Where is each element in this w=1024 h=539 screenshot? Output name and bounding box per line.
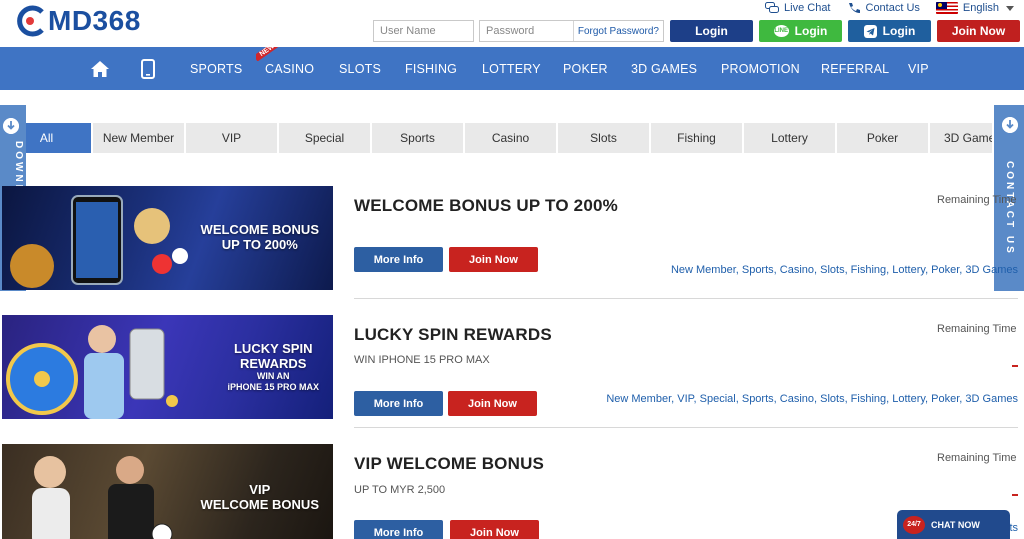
logo-mark-icon <box>17 5 44 37</box>
promo-divider <box>354 298 1018 299</box>
nav-fishing[interactable]: FISHING <box>405 47 457 90</box>
promo-categories: New Member, VIP, Special, Sports, Casino… <box>606 393 1018 405</box>
filter-tab-lottery[interactable]: Lottery <box>744 123 837 153</box>
contact-us-label: Contact Us <box>865 2 920 14</box>
malaysia-flag-icon <box>935 2 958 14</box>
remaining-time-value <box>1012 494 1018 496</box>
chat-bubbles-icon <box>765 2 780 13</box>
remaining-time-value <box>1012 365 1018 367</box>
more-info-button[interactable]: More Info <box>354 520 443 539</box>
caption-line: VIP <box>249 482 271 497</box>
lucky-spin-artwork-icon <box>6 325 178 419</box>
language-label: English <box>962 2 999 14</box>
promo-banner-image[interactable]: WELCOME BONUS UP TO 200% <box>2 186 333 290</box>
filter-tab-new-member[interactable]: New Member <box>93 123 186 153</box>
top-links: Live Chat Contact Us English <box>765 0 1014 16</box>
line-login-button[interactable]: LINE Login <box>759 20 842 42</box>
caption-line: LUCKY SPIN <box>233 341 313 356</box>
filter-tab-special[interactable]: Special <box>279 123 372 153</box>
promo-banner-image[interactable]: LUCKY SPIN REWARDS WIN AN iPHONE 15 PRO … <box>2 315 333 419</box>
logo-text: MD368 <box>48 5 141 36</box>
phone-icon <box>848 3 860 13</box>
welcome-bonus-artwork-icon <box>10 195 188 288</box>
caption-line: UP TO 200% <box>221 237 298 252</box>
home-nav-button[interactable] <box>90 47 110 90</box>
caption-line: WIN AN <box>256 371 290 381</box>
filter-tab-poker[interactable]: Poker <box>837 123 930 153</box>
promo-title: WELCOME BONUS UP TO 200% <box>354 196 618 215</box>
download-icon <box>3 118 19 134</box>
contact-label: CONTACT US <box>1004 161 1015 256</box>
mobile-phone-icon <box>141 58 155 79</box>
telegram-login-label: Login <box>882 24 916 38</box>
password-placeholder: Password <box>486 25 535 37</box>
username-input[interactable]: User Name <box>373 20 474 42</box>
live-chat-label: Live Chat <box>784 2 831 14</box>
nav-lottery[interactable]: LOTTERY <box>482 47 541 90</box>
forgot-password-link[interactable]: Forgot Password? <box>572 21 663 41</box>
line-icon: LINE <box>773 25 789 37</box>
filter-tab-slots[interactable]: Slots <box>558 123 651 153</box>
telegram-icon <box>863 24 877 38</box>
line-login-label: Login <box>794 24 828 38</box>
caption-line: WELCOME BONUS <box>200 497 319 512</box>
contact-us-link[interactable]: Contact Us <box>847 2 920 14</box>
nav-referral[interactable]: REFERRAL <box>821 47 889 90</box>
more-info-button[interactable]: More Info <box>354 391 443 416</box>
remaining-time-label: Remaining Time <box>937 452 1017 464</box>
filter-tab-fishing[interactable]: Fishing <box>651 123 744 153</box>
join-now-button[interactable]: Join Now <box>937 20 1020 42</box>
filter-tab-casino[interactable]: Casino <box>465 123 558 153</box>
language-selector[interactable]: English <box>935 2 1014 14</box>
live-chat-link[interactable]: Live Chat <box>765 2 831 14</box>
password-input[interactable]: Password Forgot Password? <box>479 20 664 42</box>
promo-categories: ts <box>1009 522 1018 534</box>
main-nav: SPORTS CASINO SLOTS FISHING LOTTERY POKE… <box>0 47 1024 90</box>
caption-line: iPHONE 15 PRO MAX <box>227 382 319 392</box>
more-info-button[interactable]: More Info <box>354 247 443 272</box>
filter-tab-sports[interactable]: Sports <box>372 123 465 153</box>
promo-divider <box>354 427 1018 428</box>
remaining-time-label: Remaining Time <box>937 194 1017 206</box>
promo-banner-image[interactable]: VIP WELCOME BONUS <box>2 444 333 539</box>
chat-badge-icon: 24/7 <box>903 515 925 534</box>
remaining-time-label: Remaining Time <box>937 323 1017 335</box>
nav-vip[interactable]: VIP <box>908 47 929 90</box>
mobile-nav-button[interactable] <box>141 47 155 90</box>
chat-now-label: CHAT NOW <box>931 519 980 530</box>
promo-join-button[interactable]: Join Now <box>448 391 537 416</box>
promo-banner-caption: WELCOME BONUS UP TO 200% <box>201 222 319 252</box>
site-logo[interactable]: MD368 <box>16 5 141 37</box>
filter-tab-3d-games[interactable]: 3D Games <box>930 123 994 153</box>
nav-slots[interactable]: SLOTS <box>339 47 381 90</box>
promo-join-button[interactable]: Join Now <box>450 520 539 539</box>
caption-line: REWARDS <box>240 356 307 371</box>
promo-categories: New Member, Sports, Casino, Slots, Fishi… <box>670 264 1018 276</box>
new-badge-label: NEW <box>256 47 281 61</box>
home-icon <box>91 60 109 77</box>
nav-promotion[interactable]: PROMOTION <box>721 47 800 90</box>
filter-tab-vip[interactable]: VIP <box>186 123 279 153</box>
new-badge: NEW <box>256 47 284 61</box>
chat-now-widget[interactable]: 24/7 CHAT NOW <box>897 510 1010 539</box>
telegram-login-button[interactable]: Login <box>848 20 931 42</box>
promo-join-button[interactable]: Join Now <box>449 247 538 272</box>
nav-sports[interactable]: SPORTS <box>190 47 242 90</box>
promo-title: VIP WELCOME BONUS <box>354 454 545 473</box>
login-bar: User Name Password Forgot Password? Logi… <box>373 20 1020 42</box>
promo-title: LUCKY SPIN REWARDS <box>354 325 552 344</box>
chevron-down-icon <box>1006 5 1014 11</box>
nav-poker[interactable]: POKER <box>563 47 608 90</box>
promo-subtitle: WIN IPHONE 15 PRO MAX <box>354 354 490 366</box>
header: MD368 Live Chat Contact Us English User … <box>0 0 1024 47</box>
nav-3d-games[interactable]: 3D GAMES <box>631 47 697 90</box>
promo-filter-tabs: All New Member VIP Special Sports Casino… <box>2 123 994 153</box>
contact-icon <box>1002 117 1018 133</box>
login-button[interactable]: Login <box>670 20 753 42</box>
promo-banner-caption: LUCKY SPIN REWARDS WIN AN iPHONE 15 PRO … <box>227 341 319 393</box>
vip-bonus-artwork-icon <box>32 456 173 539</box>
promo-banner-caption: VIP WELCOME BONUS <box>201 482 319 512</box>
promo-subtitle: UP TO MYR 2,500 <box>354 484 446 496</box>
caption-line: WELCOME BONUS <box>200 222 319 237</box>
